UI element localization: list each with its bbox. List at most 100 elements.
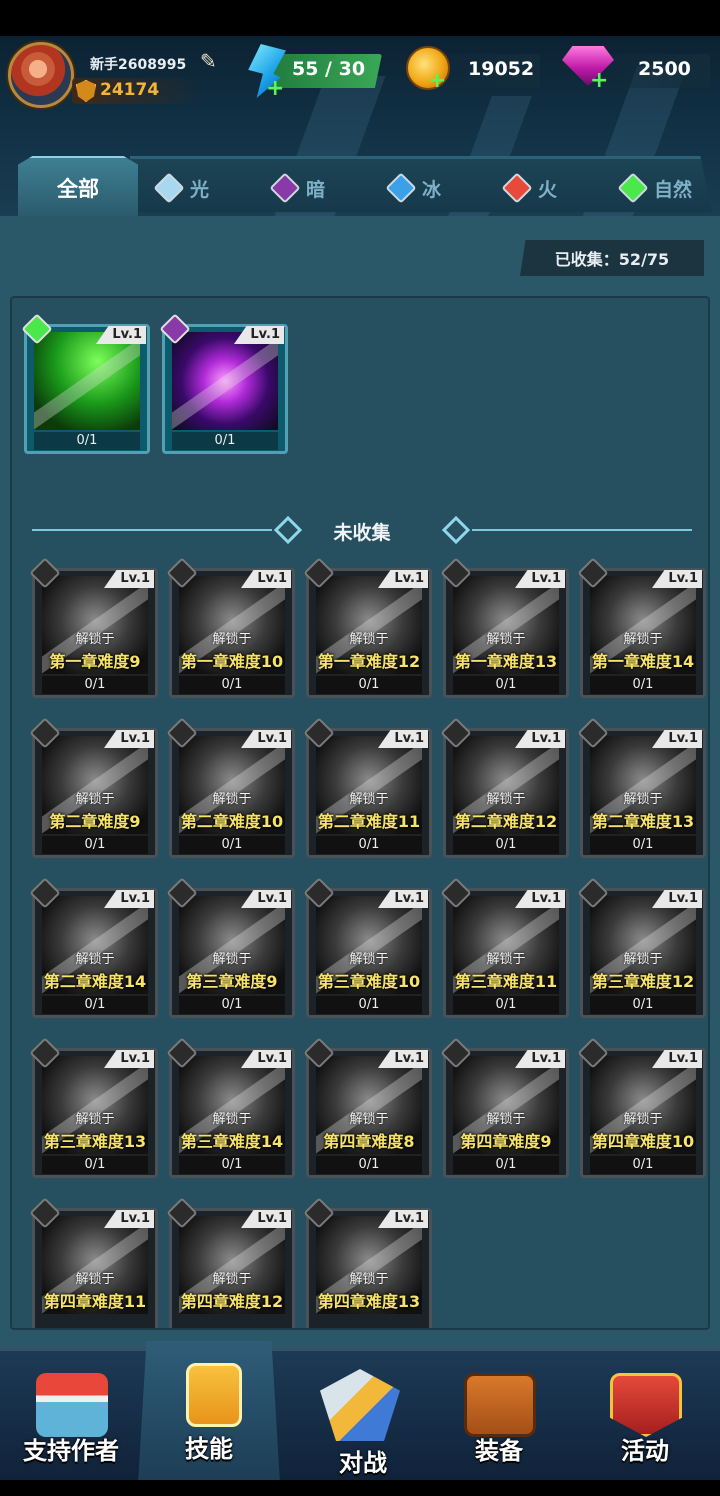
skill-card-locked[interactable]: Lv.1 解锁于 第三章难度12 0/1 [577, 877, 706, 1018]
unlock-condition: 第三章难度9 [186, 972, 278, 991]
skill-card-collected[interactable]: Lv.1 0/1 [21, 313, 150, 454]
nav-equipment[interactable]: 装备 [428, 1351, 570, 1483]
skill-card-locked[interactable]: Lv.1 解锁于 第一章难度10 0/1 [166, 557, 295, 698]
unlock-prefix: 解锁于 [212, 952, 252, 967]
gem-value: 2500 [638, 58, 691, 80]
player-name: 新手2608995 [90, 57, 187, 73]
edit-name-icon[interactable]: ✎ [200, 50, 222, 72]
unlock-condition: 第一章难度9 [49, 652, 141, 671]
nav-support-author[interactable]: 支持作者 [0, 1351, 142, 1483]
unlock-condition: 第一章难度13 [454, 652, 558, 671]
skill-card-locked[interactable]: Lv.1 解锁于 第三章难度9 0/1 [166, 877, 295, 1018]
card-count: 0/1 [590, 1156, 696, 1174]
tab-dark[interactable]: 暗 [269, 168, 326, 208]
card-count: 0/1 [42, 676, 148, 694]
tab-dark-label: 暗 [306, 178, 326, 201]
energy-value: 55 / 30 [292, 58, 366, 80]
unlock-condition: 第一章难度10 [180, 652, 284, 671]
unlock-prefix: 解锁于 [75, 952, 115, 967]
player-avatar[interactable] [8, 42, 74, 108]
skill-card-locked[interactable]: Lv.1 解锁于 第四章难度12 [166, 1197, 295, 1328]
divider-ornament-icon [273, 515, 303, 545]
card-scroll-area[interactable]: Lv.1 0/1 Lv.1 0/1 未收集 Lv.1 解锁于 第一章难度9 0/1 Lv.1 解… [10, 296, 710, 1330]
tab-nature[interactable]: 自然 [617, 168, 692, 208]
unlock-prefix: 解锁于 [75, 792, 115, 807]
add-gold-icon[interactable]: + [428, 70, 446, 92]
tab-light-label: 光 [190, 178, 210, 201]
uncollected-divider: 未收集 [12, 512, 708, 548]
unlock-condition: 第三章难度14 [180, 1132, 284, 1151]
skill-card-locked[interactable]: Lv.1 解锁于 第三章难度14 0/1 [166, 1037, 295, 1178]
nav-skill[interactable]: 技能 [138, 1341, 280, 1483]
card-count: 0/1 [42, 1156, 148, 1174]
card-count: 0/1 [590, 836, 696, 854]
unlock-prefix: 解锁于 [349, 792, 389, 807]
card-count: 0/1 [316, 996, 422, 1014]
skill-card-locked[interactable]: Lv.1 解锁于 第四章难度13 [303, 1197, 432, 1328]
unlock-prefix: 解锁于 [349, 952, 389, 967]
unlock-prefix: 解锁于 [349, 1272, 389, 1287]
skill-card-locked[interactable]: Lv.1 解锁于 第四章难度11 [29, 1197, 158, 1328]
tab-light[interactable]: 光 [153, 168, 210, 208]
dark-element-icon [269, 172, 301, 204]
card-count: 0/1 [42, 996, 148, 1014]
skill-card-locked[interactable]: Lv.1 解锁于 第一章难度13 0/1 [440, 557, 569, 698]
skill-card-locked[interactable]: Lv.1 解锁于 第二章难度11 0/1 [303, 717, 432, 858]
skill-card-locked[interactable]: Lv.1 解锁于 第三章难度11 0/1 [440, 877, 569, 1018]
nav-label: 技能 [185, 1435, 233, 1463]
unlock-prefix: 解锁于 [75, 1112, 115, 1127]
unlock-condition: 第二章难度9 [49, 812, 141, 831]
tab-fire[interactable]: 火 [501, 168, 557, 208]
skill-card-locked[interactable]: Lv.1 解锁于 第二章难度12 0/1 [440, 717, 569, 858]
unlock-prefix: 解锁于 [623, 792, 663, 807]
gold-value: 19052 [468, 58, 535, 80]
collected-count: 已收集：52/75 [520, 240, 704, 276]
unlock-condition: 第三章难度10 [317, 972, 421, 991]
unlock-condition: 第四章难度9 [460, 1132, 552, 1151]
skill-card-icon [186, 1363, 242, 1427]
card-count: 0/1 [34, 432, 140, 450]
unlock-condition: 第四章难度11 [43, 1292, 147, 1311]
unlock-prefix: 解锁于 [349, 1112, 389, 1127]
skill-card-locked[interactable]: Lv.1 解锁于 第二章难度10 0/1 [166, 717, 295, 858]
skill-collection-panel: 已收集：52/75 Lv.1 0/1 Lv.1 0/1 未收集 Lv.1 解锁于 第一章难… [0, 216, 720, 1348]
unlock-prefix: 解锁于 [75, 1272, 115, 1287]
nav-events[interactable]: 活动 [574, 1351, 716, 1483]
unlock-prefix: 解锁于 [349, 632, 389, 647]
unlock-prefix: 解锁于 [486, 1112, 526, 1127]
nav-battle[interactable]: 对战 [292, 1351, 434, 1483]
tab-all[interactable]: 全部 [18, 156, 138, 218]
unlock-prefix: 解锁于 [623, 632, 663, 647]
tab-ice[interactable]: 冰 [385, 168, 441, 208]
unlock-condition: 第四章难度13 [317, 1292, 421, 1311]
add-gem-icon[interactable]: + [590, 70, 608, 92]
skill-card-locked[interactable]: Lv.1 解锁于 第三章难度10 0/1 [303, 877, 432, 1018]
skill-card-locked[interactable]: Lv.1 解锁于 第一章难度12 0/1 [303, 557, 432, 698]
skill-card-collected[interactable]: Lv.1 0/1 [159, 313, 288, 454]
skill-card-locked[interactable]: Lv.1 解锁于 第一章难度9 0/1 [29, 557, 158, 698]
nav-label: 对战 [339, 1449, 387, 1477]
unlock-condition: 第四章难度12 [180, 1292, 284, 1311]
skill-card-locked[interactable]: Lv.1 解锁于 第一章难度14 0/1 [577, 557, 706, 698]
skill-card-locked[interactable]: Lv.1 解锁于 第二章难度9 0/1 [29, 717, 158, 858]
skill-card-locked[interactable]: Lv.1 解锁于 第四章难度10 0/1 [577, 1037, 706, 1178]
add-energy-icon[interactable]: + [266, 78, 284, 100]
unlock-condition: 第一章难度12 [317, 652, 421, 671]
unlock-condition: 第三章难度12 [591, 972, 695, 991]
skill-card-locked[interactable]: Lv.1 解锁于 第四章难度8 0/1 [303, 1037, 432, 1178]
skill-card-locked[interactable]: Lv.1 解锁于 第四章难度9 0/1 [440, 1037, 569, 1178]
divider-ornament-icon [441, 515, 471, 545]
card-count: 0/1 [453, 996, 559, 1014]
backpack-icon [464, 1373, 536, 1437]
skill-card-locked[interactable]: Lv.1 解锁于 第三章难度13 0/1 [29, 1037, 158, 1178]
unlock-prefix: 解锁于 [75, 632, 115, 647]
unlock-prefix: 解锁于 [212, 1272, 252, 1287]
unlock-prefix: 解锁于 [623, 1112, 663, 1127]
nav-label: 装备 [475, 1437, 523, 1465]
skill-card-locked[interactable]: Lv.1 解锁于 第二章难度13 0/1 [577, 717, 706, 858]
skill-card-locked[interactable]: Lv.1 解锁于 第二章难度14 0/1 [29, 877, 158, 1018]
light-element-icon [153, 172, 185, 204]
skill-art [172, 332, 278, 430]
unlock-condition: 第四章难度8 [323, 1132, 415, 1151]
card-count: 0/1 [179, 996, 285, 1014]
